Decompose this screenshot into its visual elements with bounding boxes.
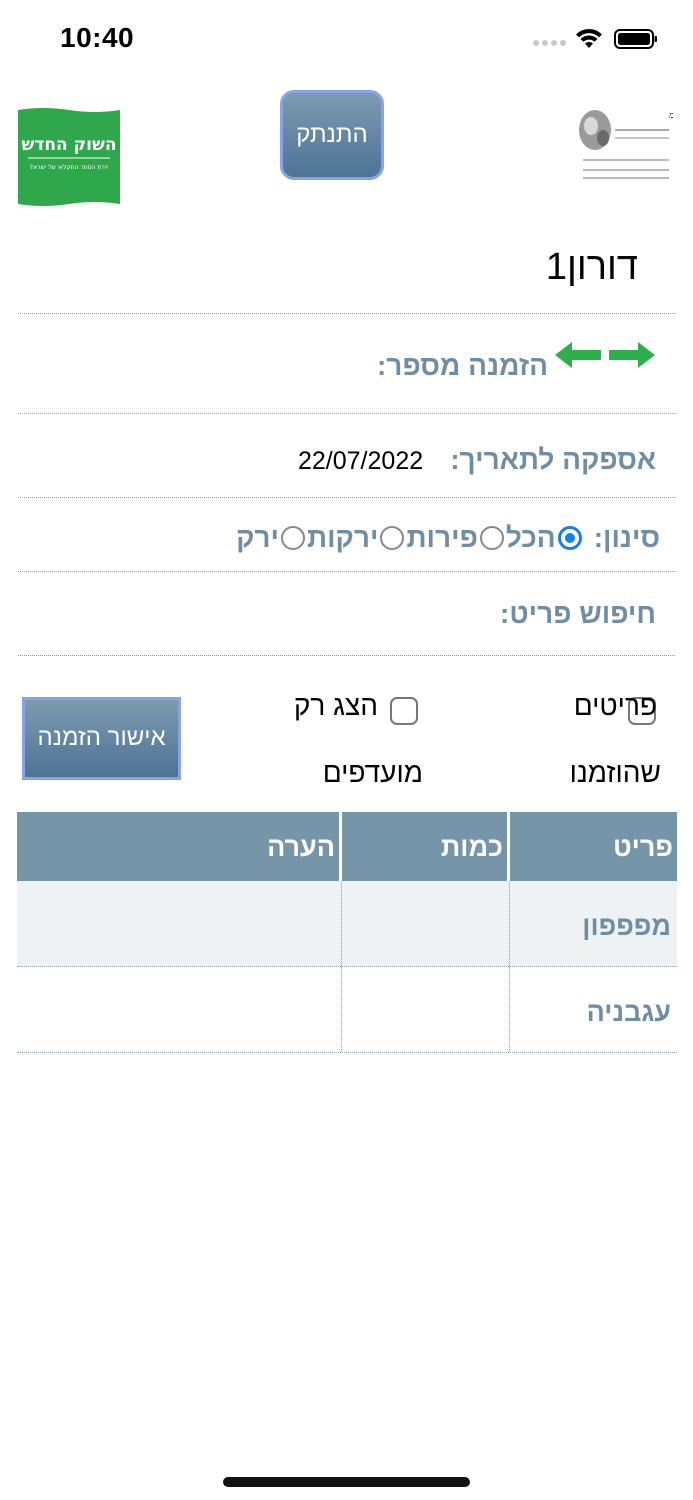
table-header: פריט כמות הערה [17, 812, 677, 881]
delivery-date-value[interactable]: 22/07/2022 [298, 447, 423, 476]
ordered-items-label: פריטים [573, 690, 657, 721]
search-item-label[interactable]: חיפוש פריט: [500, 598, 656, 630]
radio-fruits-label[interactable]: פירות [406, 522, 477, 554]
user-name: דורון1 [545, 246, 638, 288]
svg-text:השוק החדש: השוק החדש [21, 135, 116, 155]
item-cell: עגבניה [586, 997, 671, 1027]
radio-fruits[interactable] [479, 526, 504, 550]
svg-text:זירת הסחר החקלאי של ישראל: זירת הסחר החקלאי של ישראל [30, 164, 108, 171]
radio-all-label[interactable]: הכל [506, 522, 556, 554]
item-cell: מפפפון [582, 911, 671, 941]
confirm-order-button[interactable]: אישור הזמנה [22, 697, 181, 780]
favorites-only-label-2: מועדפים [322, 757, 423, 788]
home-indicator[interactable] [223, 1477, 470, 1487]
status-time: 10:40 [60, 22, 135, 53]
quantity-cell[interactable] [342, 881, 510, 966]
radio-vegetables-label[interactable]: ירקות [307, 522, 378, 554]
divider [18, 413, 675, 414]
new-market-logo: השוק החדש זירת הסחר החקלאי של ישראל [18, 108, 120, 206]
arrow-left-icon[interactable] [555, 342, 601, 368]
divider [18, 571, 675, 572]
delivery-date-label: אספקה לתאריך: [450, 444, 656, 475]
note-cell[interactable] [17, 967, 342, 1052]
company-logo: י.מ. שיווק ירקות בע"מ [573, 100, 673, 184]
disconnect-button[interactable]: התנתק [280, 90, 384, 180]
radio-greens[interactable] [281, 526, 305, 550]
column-header-item: פריט [510, 812, 677, 881]
signal-icon [533, 38, 566, 48]
note-cell[interactable] [17, 881, 342, 966]
quantity-cell[interactable] [342, 967, 510, 1052]
column-header-quantity: כמות [342, 812, 510, 881]
items-table: פריט כמות הערה מפפפון עגבניה [17, 812, 677, 1053]
filter-group: סינון: הכל פירות ירקות ירק [236, 522, 660, 554]
filter-label: סינון: [593, 522, 660, 553]
table-row[interactable]: מפפפון [17, 881, 677, 967]
column-header-note: הערה [17, 812, 342, 881]
order-nav-arrows [555, 342, 655, 368]
favorites-only-label: הצג רק [293, 690, 378, 721]
favorites-only-checkbox[interactable] [390, 697, 418, 725]
divider [18, 313, 675, 314]
radio-all[interactable] [557, 526, 582, 550]
battery-icon [614, 29, 657, 49]
divider [18, 655, 675, 656]
radio-greens-label[interactable]: ירק [236, 522, 279, 554]
divider [18, 497, 675, 498]
ordered-items-label-2: שהוזמנו [569, 757, 661, 788]
table-row[interactable]: עגבניה [17, 967, 677, 1053]
arrow-right-icon[interactable] [609, 342, 655, 368]
order-number-label: הזמנה מספר: [376, 350, 548, 381]
wifi-icon [576, 28, 602, 48]
svg-text:י.מ. שיווק ירקות בע"מ: י.מ. שיווק ירקות בע"מ [669, 111, 673, 121]
radio-vegetables[interactable] [380, 526, 405, 550]
